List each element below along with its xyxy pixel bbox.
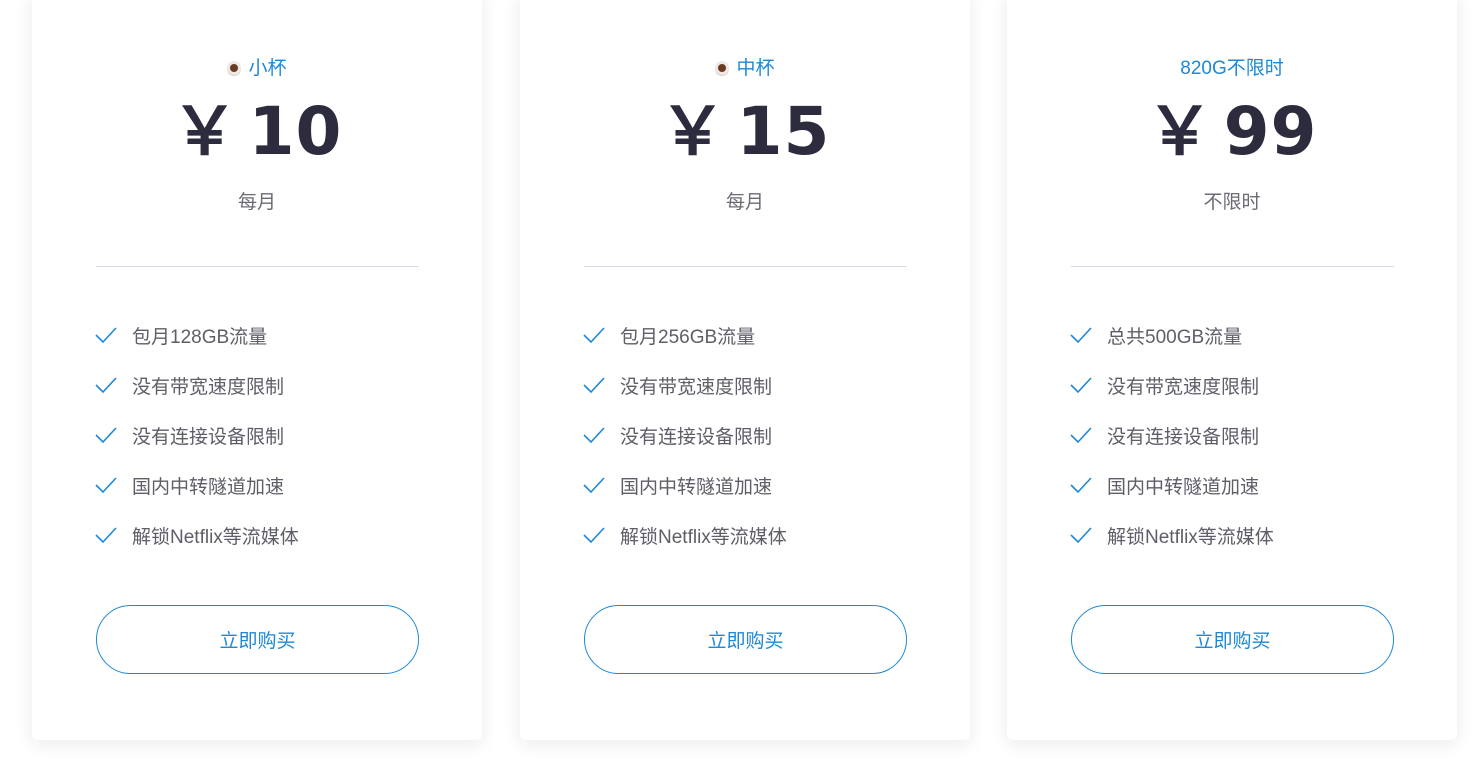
currency-symbol: ￥ [1146,93,1214,170]
feature-item: 总共500GB流量 [1069,310,1274,360]
feature-item: 没有连接设备限制 [582,410,787,460]
divider [584,266,907,267]
plan-name: 中杯 [520,56,970,82]
feature-item: 没有连接设备限制 [94,410,299,460]
buy-now-button[interactable]: 立即购买 [584,605,907,674]
check-icon [583,527,605,544]
feature-item: 解锁Netflix等流媒体 [1069,510,1274,560]
feature-item: 没有带宽速度限制 [94,360,299,410]
divider [1071,266,1394,267]
price-value: 10 [248,93,343,170]
feature-item: 包月128GB流量 [94,310,299,360]
pricing-card-unlimited: 820G不限时 ￥ 99 不限时 总共500GB流量 没有带宽速度限制 没有连接设… [1007,0,1457,740]
feature-list: 包月256GB流量 没有带宽速度限制 没有连接设备限制 国内中转隧道加速 解锁N… [582,310,787,560]
plan-name-label: 小杯 [248,58,287,79]
billing-period: 每月 [725,192,764,213]
billing-period: 每月 [237,192,276,213]
check-icon [95,527,117,544]
feature-item: 国内中转隧道加速 [1069,460,1274,510]
plan-price: ￥ 10 [32,92,482,172]
feature-item: 国内中转隧道加速 [94,460,299,510]
check-icon [583,377,605,394]
plan-name: 820G不限时 [1007,56,1457,82]
feature-list: 包月128GB流量 没有带宽速度限制 没有连接设备限制 国内中转隧道加速 解锁N… [94,310,299,560]
plan-name-label: 中杯 [736,58,775,79]
feature-item: 没有连接设备限制 [1069,410,1274,460]
check-icon [95,427,117,444]
feature-item: 包月256GB流量 [582,310,787,360]
coffee-icon [227,61,242,75]
check-icon [1070,377,1092,394]
check-icon [1070,527,1092,544]
feature-item: 没有带宽速度限制 [1069,360,1274,410]
price-value: 15 [736,93,831,170]
check-icon [1070,427,1092,444]
divider [96,266,419,267]
coffee-icon [715,61,730,75]
check-icon [95,477,117,494]
feature-item: 解锁Netflix等流媒体 [582,510,787,560]
plan-name-label: 820G不限时 [1180,58,1284,79]
billing-period: 不限时 [1203,192,1261,213]
feature-list: 总共500GB流量 没有带宽速度限制 没有连接设备限制 国内中转隧道加速 解锁N… [1069,310,1274,560]
check-icon [95,327,117,344]
buy-now-button[interactable]: 立即购买 [1071,605,1394,674]
plan-name: 小杯 [32,56,482,82]
check-icon [583,327,605,344]
plan-price: ￥ 99 [1007,92,1457,172]
check-icon [583,427,605,444]
buy-now-button[interactable]: 立即购买 [96,605,419,674]
feature-item: 国内中转隧道加速 [582,460,787,510]
plan-price: ￥ 15 [520,92,970,172]
pricing-card-medium: 中杯 ￥ 15 每月 包月256GB流量 没有带宽速度限制 没有连接设备限制 国内… [520,0,970,740]
check-icon [1070,477,1092,494]
price-value: 99 [1223,93,1318,170]
check-icon [583,477,605,494]
check-icon [1070,327,1092,344]
check-icon [95,377,117,394]
pricing-card-small: 小杯 ￥ 10 每月 包月128GB流量 没有带宽速度限制 没有连接设备限制 国内… [32,0,482,740]
feature-item: 没有带宽速度限制 [582,360,787,410]
feature-item: 解锁Netflix等流媒体 [94,510,299,560]
currency-symbol: ￥ [659,93,727,170]
currency-symbol: ￥ [171,93,239,170]
